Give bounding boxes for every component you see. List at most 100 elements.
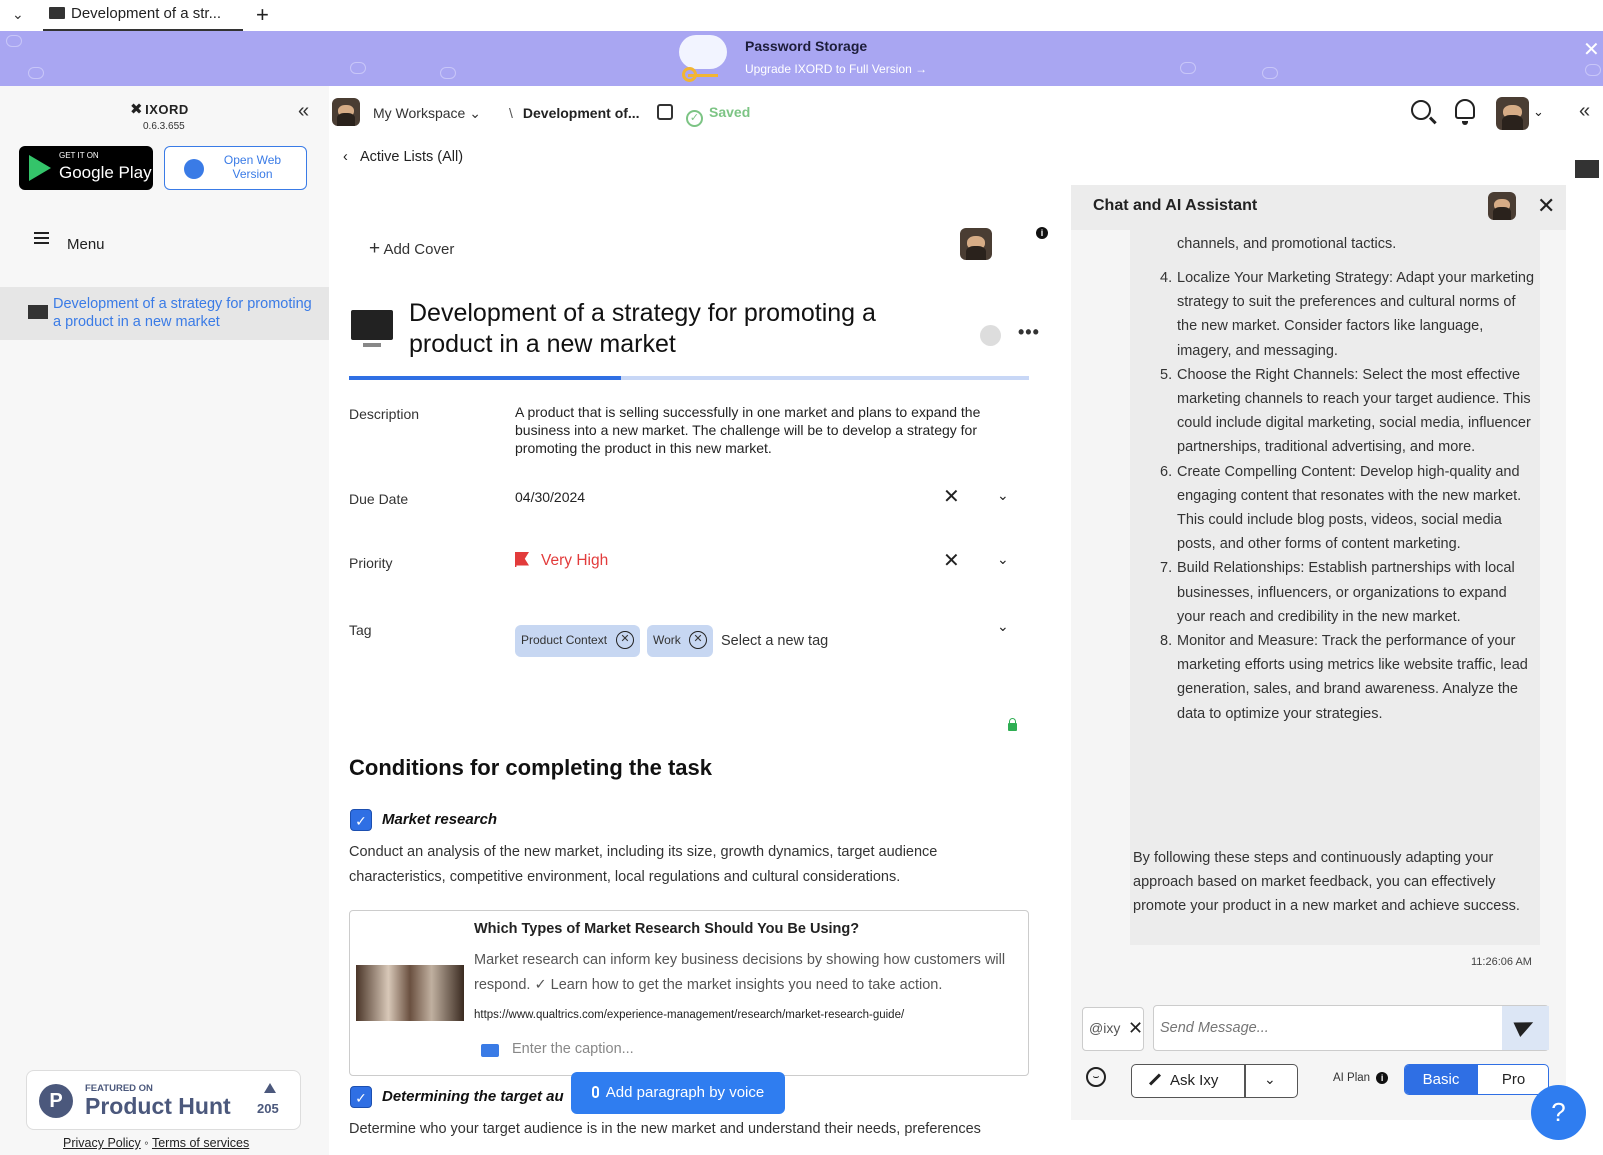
ixord-logo-icon: ✖ — [130, 101, 144, 118]
monitor-icon[interactable] — [1575, 160, 1599, 178]
hamburger-icon — [34, 232, 49, 247]
condition-checkbox[interactable]: ✓ — [350, 809, 372, 831]
ai-plan-label: AI Plan i — [1333, 1072, 1389, 1084]
mention-chip: @ixy ✕ — [1082, 1007, 1144, 1051]
send-icon — [1513, 1014, 1537, 1038]
ai-plan-text: AI Plan — [1333, 1072, 1371, 1084]
decor-shape — [440, 67, 456, 79]
step-number: 4. — [1160, 270, 1173, 286]
back-to-lists-link[interactable]: ‹ Active Lists (All) — [343, 149, 463, 165]
plan-pro-option[interactable]: Pro — [1477, 1065, 1548, 1094]
ask-ixy-dropdown-icon[interactable]: ⌄ — [1264, 1071, 1276, 1088]
link-preview-title[interactable]: Which Types of Market Research Should Yo… — [474, 921, 859, 937]
info-icon[interactable]: i — [1376, 1072, 1389, 1084]
open-external-icon[interactable] — [657, 104, 673, 120]
new-tab-button[interactable]: + — [256, 2, 269, 28]
monitor-icon — [28, 305, 48, 319]
link-preview-card[interactable]: Which Types of Market Research Should Yo… — [349, 910, 1029, 1076]
decor-shape — [1180, 62, 1196, 74]
workspace-name: My Workspace — [373, 105, 466, 121]
send-button[interactable] — [1502, 1006, 1549, 1050]
priority-value[interactable]: Very High — [515, 552, 608, 570]
open-web-version-button[interactable]: Open Web Version — [164, 146, 307, 190]
banner-upgrade-link[interactable]: Upgrade IXORD to Full Version → — [745, 62, 927, 76]
privacy-policy-link[interactable]: Privacy Policy — [63, 1136, 141, 1150]
workspace-selector[interactable]: My Workspace ⌄ — [373, 105, 481, 122]
sidebar-item-label: Development of a strategy for promoting … — [53, 296, 312, 330]
conditions-heading: Conditions for completing the task — [349, 755, 713, 780]
emoji-icon[interactable]: ⌣ — [1086, 1067, 1106, 1087]
user-menu-chevron-icon[interactable]: ⌄ — [1533, 104, 1544, 120]
priority-label: Priority — [349, 555, 393, 571]
condition-checkbox[interactable]: ✓ — [350, 1086, 372, 1108]
remove-mention-icon[interactable]: ✕ — [1128, 1018, 1143, 1039]
send-message-input[interactable] — [1160, 1014, 1490, 1042]
condition-title[interactable]: Determining the target au — [382, 1088, 564, 1105]
priority-chevron-icon[interactable]: ⌄ — [997, 551, 1009, 568]
breadcrumb-separator: \ — [509, 105, 513, 121]
search-icon[interactable] — [1411, 100, 1431, 120]
step-text: Build Relationships: Establish partnersh… — [1177, 560, 1515, 625]
ask-ixy-label-wrap: Ask Ixy — [1148, 1072, 1218, 1089]
terms-link[interactable]: Terms of services — [152, 1136, 249, 1150]
step-text: Create Compelling Content: Develop high-… — [1177, 463, 1522, 553]
saved-status: ✓ Saved — [686, 104, 750, 127]
collapse-sidebar-icon[interactable]: « — [298, 100, 309, 123]
status-circle[interactable] — [980, 325, 1001, 346]
clear-priority-icon[interactable]: ✕ — [943, 548, 960, 573]
assignee-avatar[interactable] — [960, 228, 992, 260]
close-chat-icon[interactable]: ✕ — [1537, 193, 1555, 219]
chevron-left-icon: ‹ — [343, 149, 348, 165]
due-date-chevron-icon[interactable]: ⌄ — [997, 487, 1009, 504]
collapse-right-panel-icon[interactable]: « — [1579, 100, 1590, 123]
banner-close-icon[interactable]: ✕ — [1583, 37, 1600, 62]
sidebar-item-active-task[interactable]: Development of a strategy for promoting … — [0, 287, 329, 340]
back-label: Active Lists (All) — [359, 149, 464, 165]
menu-button[interactable]: Menu — [34, 232, 105, 253]
app-logo: ✖ IXORD — [130, 100, 189, 118]
ask-ixy-button[interactable]: Ask Ixy ⌄ — [1131, 1064, 1298, 1098]
step-text: Localize Your Marketing Strategy: Adapt … — [1177, 270, 1535, 359]
select-tag-input[interactable]: Select a new tag — [721, 633, 828, 649]
description-text[interactable]: A product that is selling successfully i… — [515, 403, 1025, 457]
tag-chip: Work ✕ — [647, 625, 713, 657]
google-play-button[interactable]: GET IT ON Google Play — [19, 146, 153, 190]
chevron-down-icon: ⌄ — [469, 105, 481, 121]
product-hunt-badge[interactable]: P FEATURED ON Product Hunt 205 — [26, 1070, 301, 1130]
add-paragraph-by-voice-button[interactable]: Add paragraph by voice — [571, 1072, 785, 1114]
user-avatar[interactable] — [1496, 97, 1529, 130]
product-hunt-name: Product Hunt — [85, 1093, 231, 1119]
more-options-icon[interactable]: ••• — [1018, 322, 1040, 343]
help-button[interactable]: ? — [1531, 1085, 1586, 1140]
add-cover-button[interactable]: + Add Cover — [369, 238, 454, 260]
info-icon[interactable]: i — [1036, 227, 1048, 239]
remove-tag-icon[interactable]: ✕ — [689, 631, 707, 649]
task-title[interactable]: Development of a strategy for promoting … — [409, 298, 929, 360]
bell-icon[interactable] — [1455, 99, 1475, 125]
browser-tab[interactable]: Development of a str... — [43, 0, 243, 31]
due-date-value[interactable]: 04/30/2024 — [515, 489, 585, 505]
plan-basic-option[interactable]: Basic — [1405, 1065, 1477, 1094]
condition-description[interactable]: Conduct an analysis of the new market, i… — [349, 840, 1029, 890]
task-progress-fill — [349, 376, 621, 380]
tag-chevron-icon[interactable]: ⌄ — [997, 618, 1009, 635]
brand-name: IXORD — [145, 102, 189, 117]
lock-icon — [1008, 718, 1017, 731]
breadcrumb-current[interactable]: Development of... — [523, 105, 640, 121]
remove-tag-icon[interactable]: ✕ — [616, 631, 634, 649]
key-icon — [682, 67, 718, 82]
condition-description[interactable]: Determine who your target audience is in… — [349, 1121, 981, 1137]
tag-chip-label: Product Context — [521, 633, 608, 647]
link-preview-url[interactable]: https://www.qualtrics.com/experience-man… — [474, 1009, 904, 1021]
condition-title[interactable]: Market research — [382, 811, 497, 828]
step-number: 6. — [1160, 463, 1173, 480]
tab-list-chevron-icon[interactable]: ⌄ — [12, 6, 24, 23]
clear-due-date-icon[interactable]: ✕ — [943, 484, 960, 509]
list-item: 6. Create Compelling Content: Develop hig… — [1160, 460, 1537, 557]
upgrade-banner: Password Storage Upgrade IXORD to Full V… — [0, 31, 1603, 86]
priority-text: Very High — [541, 552, 609, 569]
banner-title: Password Storage — [745, 38, 868, 54]
caption-input[interactable]: Enter the caption... — [512, 1041, 634, 1057]
left-sidebar: ✖ IXORD 0.6.3.655 « GET IT ON Google Play… — [0, 86, 329, 1155]
chat-header: Chat and AI Assistant ✕ — [1071, 185, 1566, 230]
